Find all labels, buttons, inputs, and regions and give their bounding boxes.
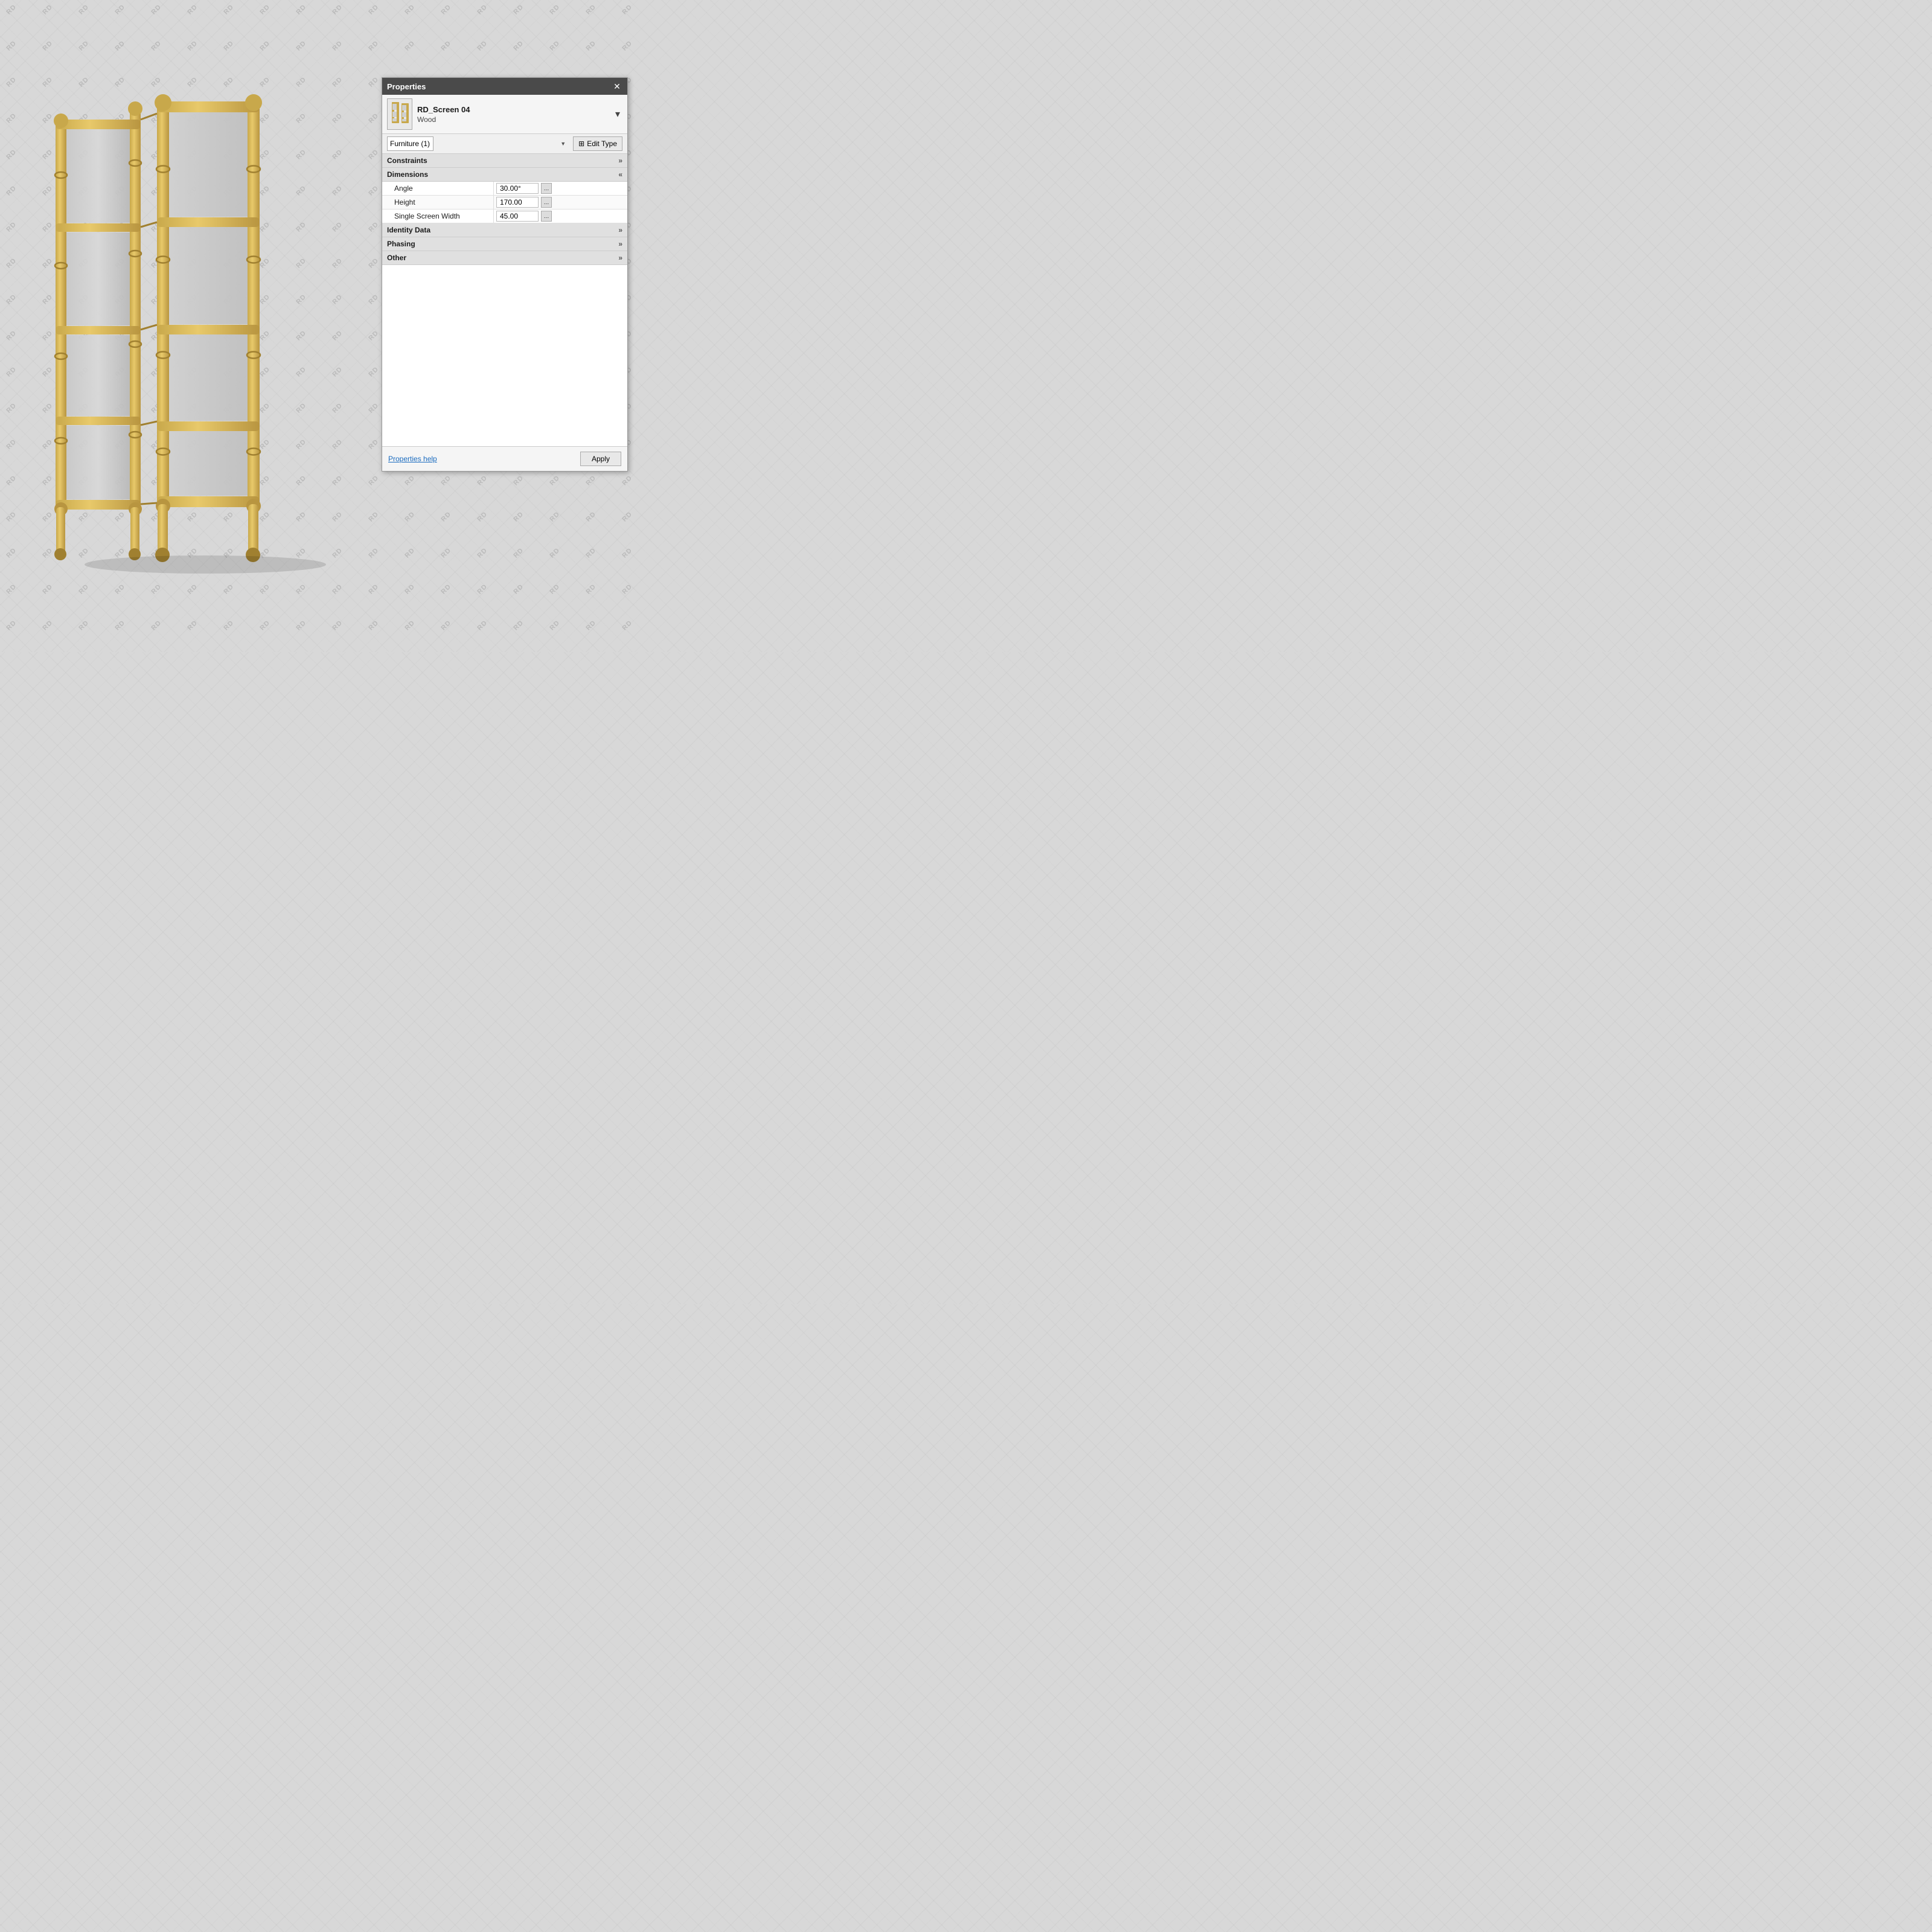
prop-label-height: Height [382,196,494,209]
prop-value-screen-width: 45.00 … [494,210,627,223]
properties-table: Constraints » Dimensions « Angle 30.00° … [382,154,627,446]
model-svg [24,85,338,580]
prop-row-angle: Angle 30.00° … [382,182,627,196]
properties-help-link[interactable]: Properties help [388,455,437,463]
screen-width-value[interactable]: 45.00 [496,211,539,222]
section-constraints[interactable]: Constraints » [382,154,627,168]
viewport [0,0,374,652]
element-info: RD_Screen 04 Wood [417,105,608,124]
category-select[interactable]: Furniture (1) [387,136,433,151]
section-dimensions-toggle: « [618,170,622,179]
section-identity[interactable]: Identity Data » [382,223,627,237]
height-val-group: 170.00 … [496,197,625,208]
section-dimensions-label: Dimensions [387,170,428,179]
screen-width-val-group: 45.00 … [496,211,625,222]
element-dropdown-arrow[interactable]: ▾ [613,107,622,121]
close-button[interactable]: ✕ [612,81,622,92]
angle-val-group: 30.00° … [496,183,625,194]
section-other[interactable]: Other » [382,251,627,265]
edit-type-label: Edit Type [587,139,617,148]
screen-width-edit-btn[interactable]: … [541,211,552,222]
height-edit-btn[interactable]: … [541,197,552,208]
angle-edit-btn[interactable]: … [541,183,552,194]
section-other-label: Other [387,254,406,262]
panel-footer: Properties help Apply [382,446,627,471]
prop-value-angle: 30.00° … [494,182,627,195]
category-select-wrapper: Furniture (1) [387,136,569,151]
section-other-toggle: » [618,254,622,262]
panel-title: Properties [387,82,426,91]
section-constraints-toggle: » [618,156,622,165]
prop-label-angle: Angle [382,182,494,195]
properties-panel: Properties ✕ R [382,77,628,472]
section-phasing-label: Phasing [387,240,415,248]
category-row: Furniture (1) ⊞ Edit Type [382,134,627,154]
section-identity-toggle: » [618,226,622,234]
prop-label-screen-width: Single Screen Width [382,210,494,223]
prop-row-screen-width: Single Screen Width 45.00 … [382,210,627,223]
angle-value[interactable]: 30.00° [496,183,539,194]
prop-row-height: Height 170.00 … [382,196,627,210]
edit-type-button[interactable]: ⊞ Edit Type [573,136,622,151]
section-phasing[interactable]: Phasing » [382,237,627,251]
section-dimensions[interactable]: Dimensions « [382,168,627,182]
height-value[interactable]: 170.00 [496,197,539,208]
props-spacer [382,265,627,446]
element-subtype: Wood [417,115,608,124]
section-identity-label: Identity Data [387,226,430,234]
prop-value-height: 170.00 … [494,196,627,209]
element-header: RD_Screen 04 Wood ▾ [382,95,627,134]
edit-type-icon: ⊞ [578,139,584,148]
apply-button[interactable]: Apply [580,452,621,466]
section-phasing-toggle: » [618,240,622,248]
element-name: RD_Screen 04 [417,105,608,114]
element-thumbnail [387,98,412,130]
panel-titlebar: Properties ✕ [382,78,627,95]
section-constraints-label: Constraints [387,156,427,165]
